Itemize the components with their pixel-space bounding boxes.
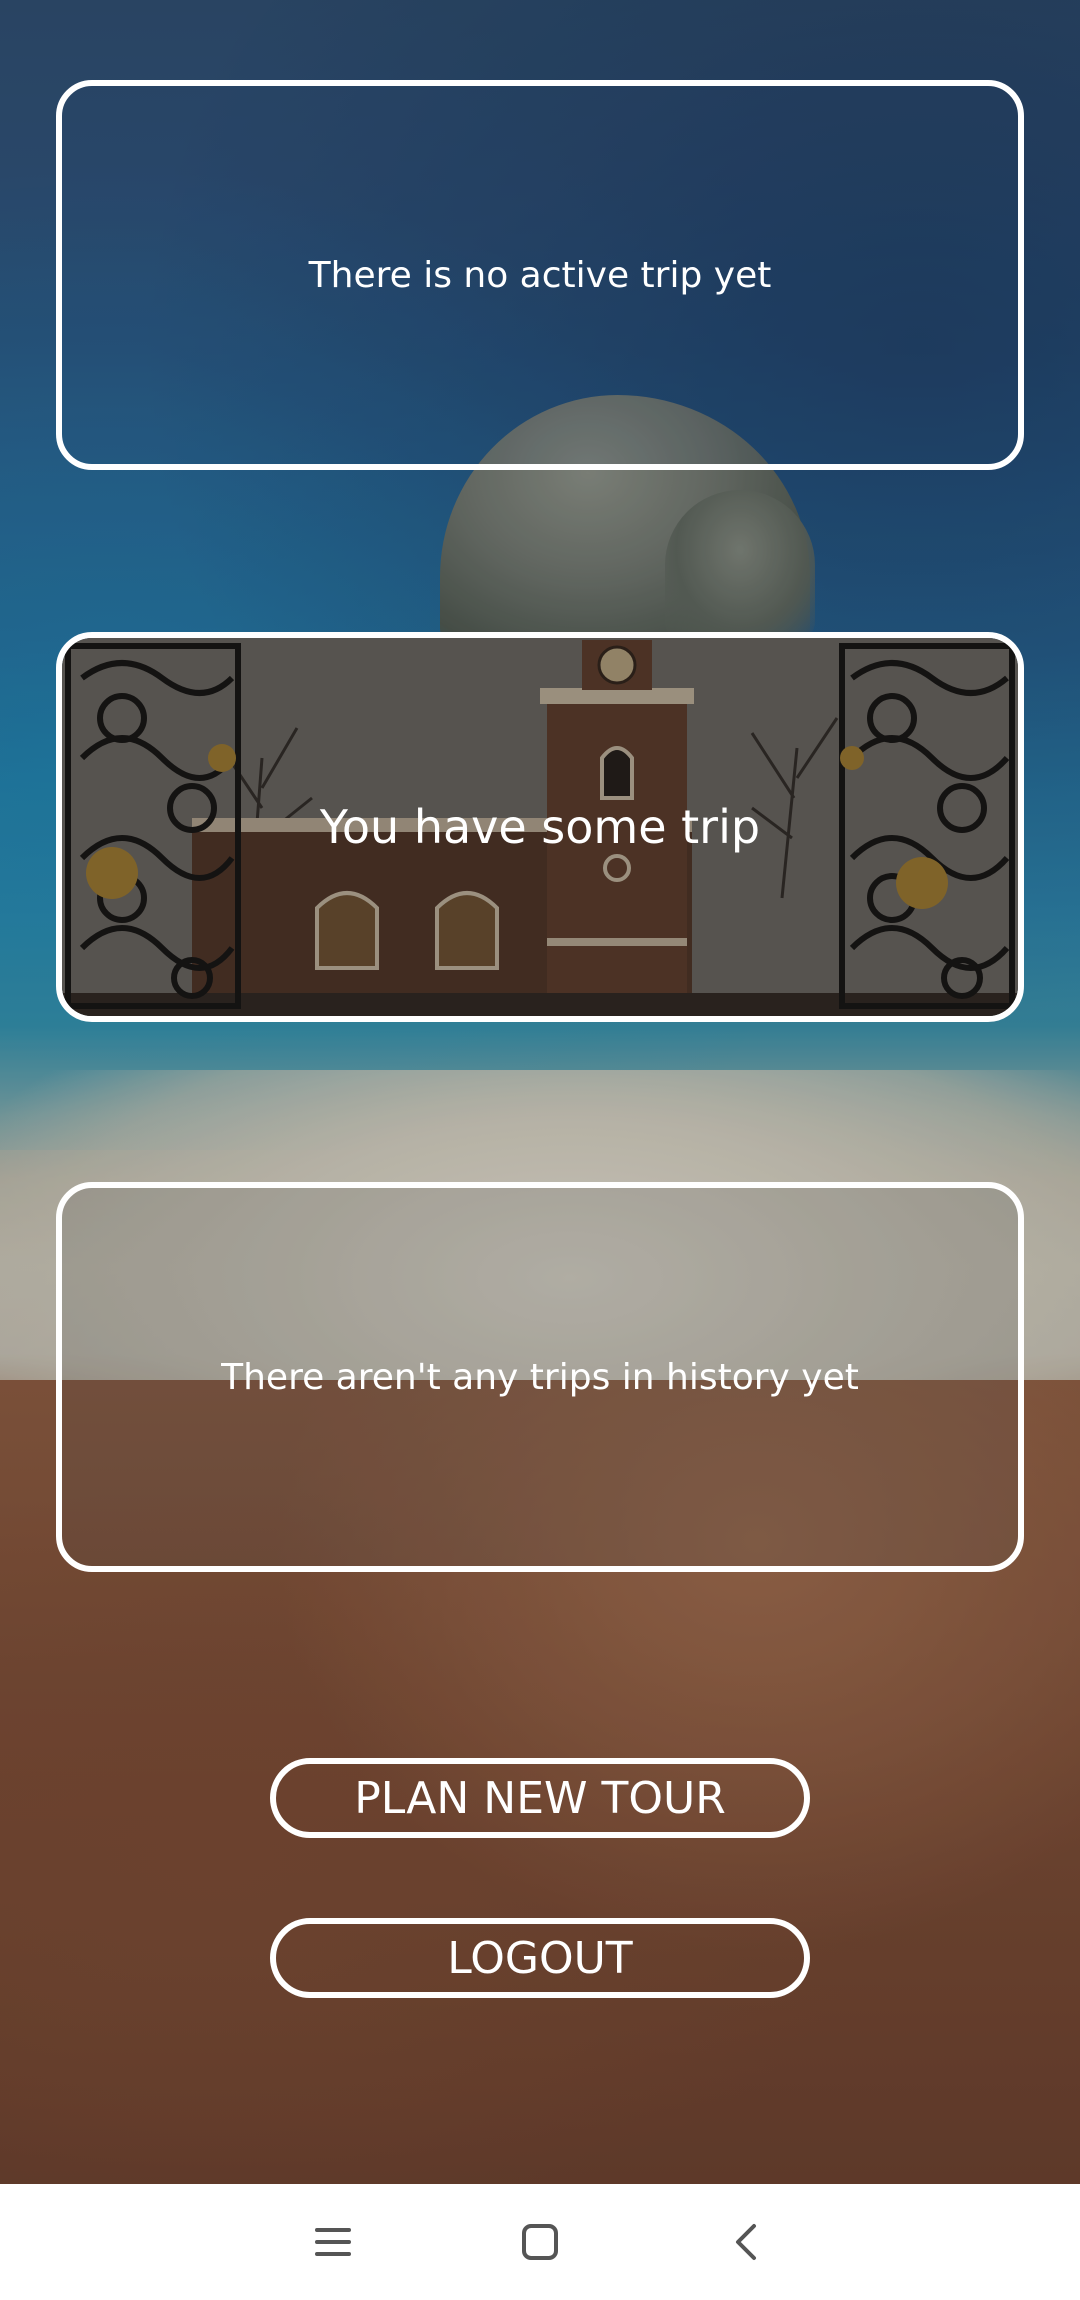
trip-message: You have some trip [319,800,761,854]
back-chevron-icon[interactable] [717,2212,777,2272]
app-screen: There is no active trip yet You have som… [0,0,1080,2184]
active-trip-card[interactable]: There is no active trip yet [56,80,1024,470]
history-card[interactable]: There aren't any trips in history yet [56,1182,1024,1572]
system-navigation-bar [0,2184,1080,2300]
history-message: There aren't any trips in history yet [221,1356,859,1398]
active-trip-message: There is no active trip yet [308,254,772,296]
home-square-icon[interactable] [510,2212,570,2272]
menu-icon[interactable] [303,2212,363,2272]
logout-button[interactable]: LOGOUT [270,1918,810,1998]
trip-card[interactable]: You have some trip [56,632,1024,1022]
plan-new-tour-button[interactable]: PLAN NEW TOUR [270,1758,810,1838]
